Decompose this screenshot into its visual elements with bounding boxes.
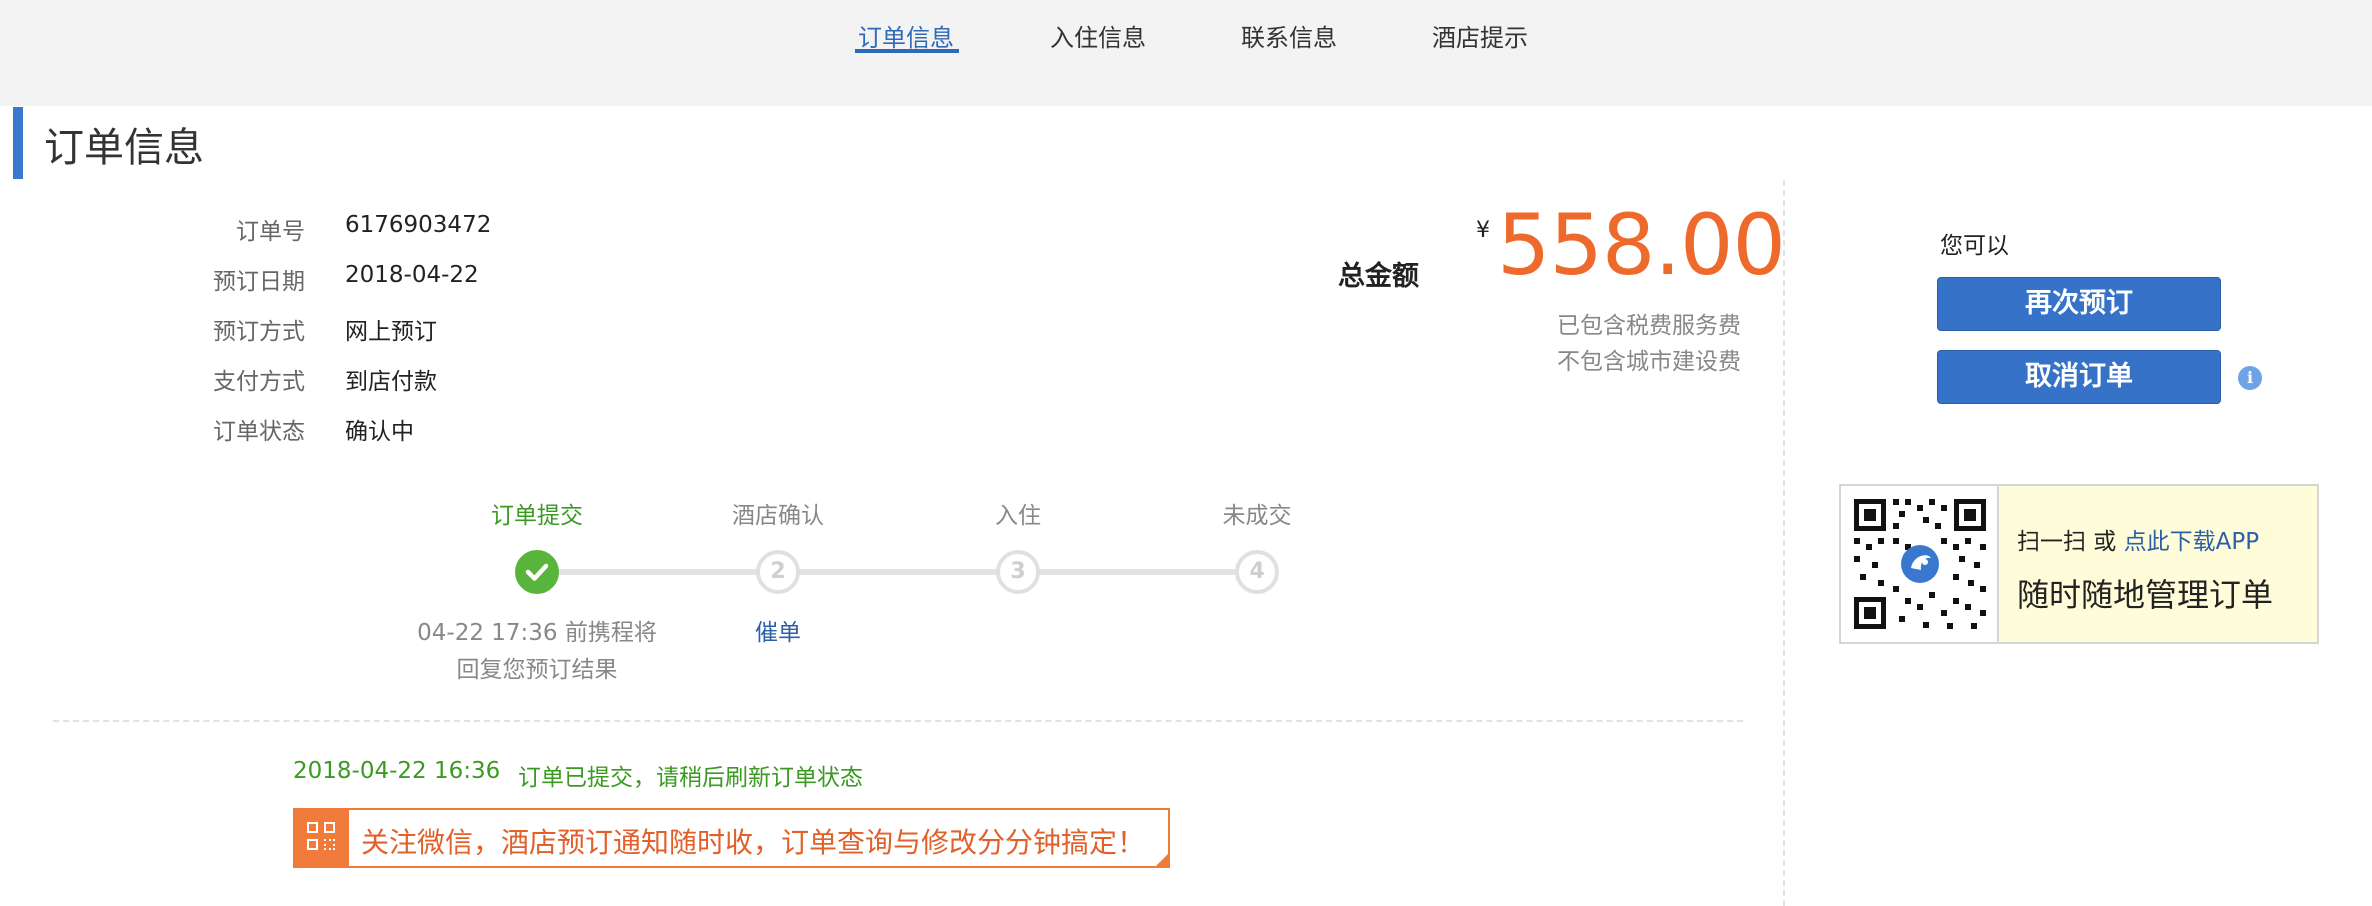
city-fee-note: 不包含城市建设费 — [1557, 349, 1741, 375]
cancel-order-button[interactable]: 取消订单 — [1937, 350, 2221, 404]
top-tab-bar: 订单信息 入住信息 联系信息 酒店提示 — [0, 0, 2372, 106]
tab-hotel-tips[interactable]: 酒店提示 — [1432, 18, 1528, 53]
order-number-value: 6176903472 — [345, 212, 492, 238]
step-2-circle: 2 — [756, 550, 800, 594]
payment-method-value: 到店付款 — [345, 369, 437, 395]
step-4-circle: 4 — [1235, 550, 1279, 594]
tax-included-note: 已包含税费服务费 — [1557, 313, 1741, 339]
payment-method-label: 支付方式 — [213, 369, 305, 395]
tab-order-info[interactable]: 订单信息 — [858, 18, 954, 53]
qr-code-image — [1841, 486, 1999, 642]
step-1-check-icon — [515, 550, 559, 594]
app-promo-area: 扫一扫 或 点此下载APP 随时随地管理订单 — [1999, 486, 2317, 642]
wechat-promo-banner[interactable]: 关注微信，酒店预订通知随时收，订单查询与修改分分钟搞定！ — [293, 808, 1170, 868]
app-download-box: 扫一扫 或 点此下载APP 随时随地管理订单 — [1839, 484, 2319, 644]
step-label-checkin: 入住 — [995, 503, 1041, 529]
progress-track — [537, 569, 1257, 575]
rebook-button[interactable]: 再次预订 — [1937, 277, 2221, 331]
divider — [53, 720, 1743, 722]
booking-method-label: 预订方式 — [213, 319, 305, 345]
info-icon[interactable]: i — [2238, 366, 2262, 390]
currency-symbol: ¥ — [1476, 218, 1490, 243]
manage-orders-text: 随时随地管理订单 — [2017, 576, 2274, 614]
step-1-deadline-text: 04-22 17:36 前携程将 — [417, 620, 657, 646]
order-number-label: 订单号 — [236, 219, 305, 245]
active-tab-indicator — [855, 49, 959, 53]
step-label-submitted: 订单提交 — [491, 503, 583, 529]
booking-method-value: 网上预订 — [345, 319, 437, 345]
scan-prefix: 扫一扫 或 — [2017, 529, 2124, 555]
step-label-not-completed: 未成交 — [1222, 503, 1292, 529]
corner-mark-icon — [1156, 854, 1168, 866]
qr-code-icon — [295, 810, 349, 866]
section-accent-bar — [13, 107, 23, 179]
booking-date-label: 预订日期 — [213, 269, 305, 295]
download-app-link[interactable]: 点此下载APP — [2124, 529, 2259, 555]
total-amount-label: 总金额 — [1338, 261, 1419, 292]
urge-order-link[interactable]: 催单 — [755, 613, 801, 647]
step-3-circle: 3 — [996, 550, 1040, 594]
promo-text: 关注微信，酒店预订通知随时收，订单查询与修改分分钟搞定！ — [361, 826, 1146, 859]
vertical-divider — [1783, 180, 1785, 906]
tab-checkin-info[interactable]: 入住信息 — [1050, 18, 1146, 53]
section-title: 订单信息 — [44, 125, 204, 171]
log-timestamp: 2018-04-22 16:36 — [293, 758, 501, 784]
actions-heading: 您可以 — [1940, 233, 2009, 259]
scan-text: 扫一扫 或 点此下载APP — [2017, 522, 2259, 556]
step-1-result-text: 回复您预订结果 — [456, 657, 618, 683]
order-status-value: 确认中 — [345, 419, 414, 445]
tab-contact-info[interactable]: 联系信息 — [1241, 18, 1337, 53]
log-message: 订单已提交，请稍后刷新订单状态 — [518, 765, 863, 791]
booking-date-value: 2018-04-22 — [345, 262, 479, 288]
total-amount-value: 558.00 — [1497, 196, 1786, 294]
order-status-label: 订单状态 — [213, 419, 305, 445]
step-label-hotel-confirm: 酒店确认 — [732, 503, 824, 529]
